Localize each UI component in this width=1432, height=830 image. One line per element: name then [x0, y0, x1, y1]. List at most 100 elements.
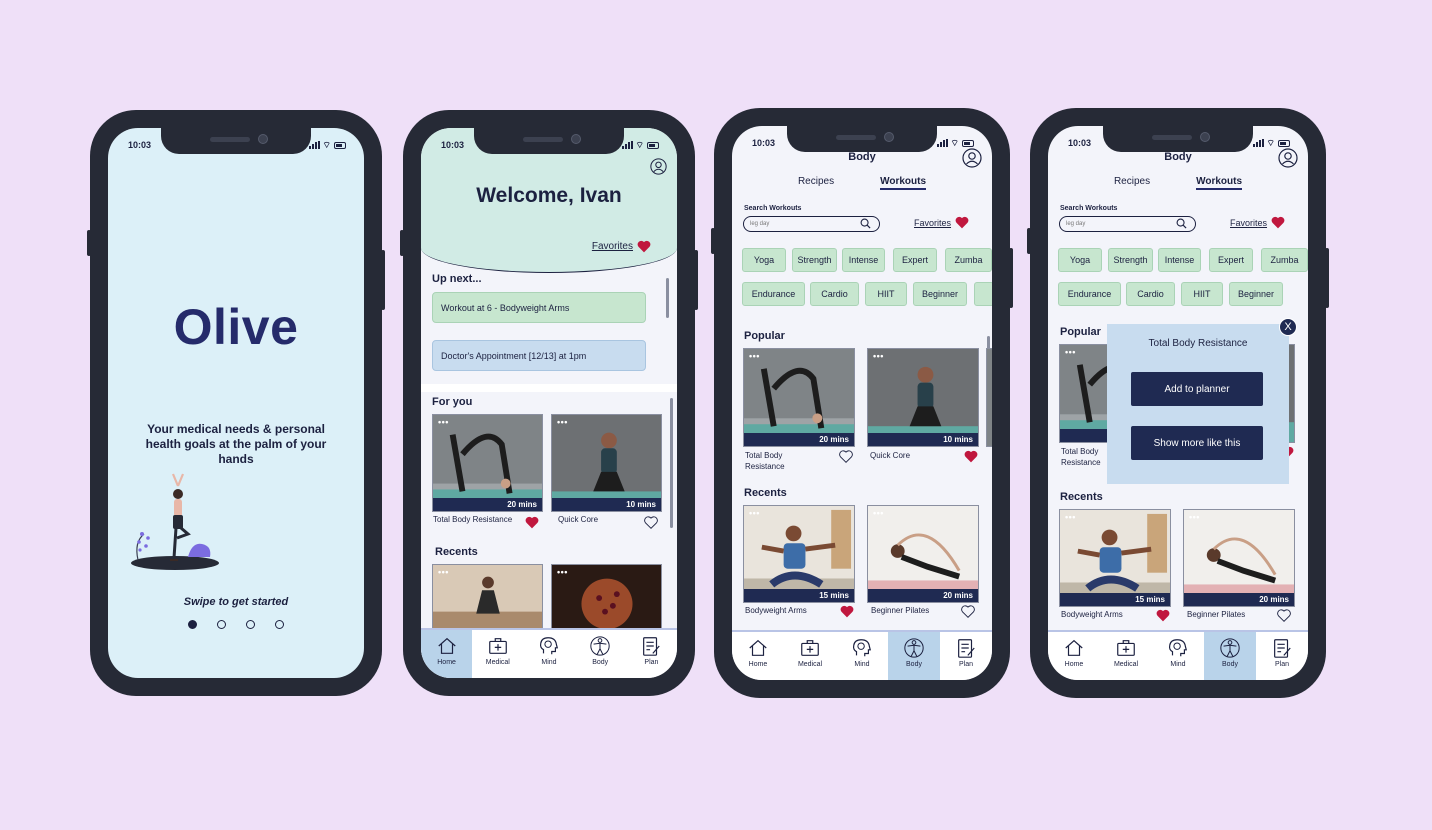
- tab-workouts[interactable]: Workouts: [1196, 176, 1243, 190]
- tab-workouts[interactable]: Workouts: [880, 176, 927, 190]
- popular-card-peek[interactable]: [986, 348, 992, 447]
- more-options-icon[interactable]: •••: [749, 351, 760, 361]
- recent-card-1[interactable]: ••• 15 mins: [1059, 509, 1171, 607]
- nav-label: Mind: [854, 661, 870, 668]
- nav-home[interactable]: Home: [1048, 632, 1100, 680]
- favorites-link[interactable]: Favorites: [1230, 216, 1285, 229]
- search-icon[interactable]: [860, 218, 871, 229]
- brand-logo: Olive: [173, 299, 299, 355]
- filter-chip[interactable]: Strength: [792, 248, 837, 272]
- favorites-link[interactable]: Favorites: [592, 240, 651, 253]
- scrollbar[interactable]: [666, 278, 669, 318]
- tab-recipes[interactable]: Recipes: [1114, 176, 1150, 190]
- filter-chip[interactable]: HIIT: [1181, 282, 1223, 306]
- nav-plan[interactable]: Plan: [940, 632, 992, 680]
- more-options-icon[interactable]: •••: [557, 567, 568, 577]
- page-dots[interactable]: [108, 620, 364, 629]
- more-options-icon[interactable]: •••: [1189, 512, 1200, 522]
- nav-home[interactable]: Home: [732, 632, 784, 680]
- nav-medical[interactable]: Medical: [1100, 632, 1152, 680]
- home-icon: [437, 637, 456, 654]
- filter-chip[interactable]: Zumba: [945, 248, 992, 272]
- heart-outline-icon[interactable]: [1277, 609, 1291, 622]
- filter-chip-overflow[interactable]: [974, 282, 992, 306]
- heart-outline-icon[interactable]: [644, 516, 658, 529]
- nav-mind[interactable]: Mind: [836, 632, 888, 680]
- filter-chip[interactable]: Expert: [893, 248, 937, 272]
- more-options-icon[interactable]: •••: [557, 417, 568, 427]
- heart-outline-icon[interactable]: [839, 450, 853, 463]
- nav-body[interactable]: Body: [888, 632, 940, 680]
- nav-plan[interactable]: Plan: [626, 630, 677, 678]
- filter-chip[interactable]: Intense: [842, 248, 885, 272]
- heart-filled-icon[interactable]: [525, 516, 539, 529]
- brain-icon: [539, 637, 559, 655]
- page-dot[interactable]: [188, 620, 197, 629]
- filter-chip[interactable]: Expert: [1209, 248, 1253, 272]
- for-you-card-1[interactable]: ••• 20 mins: [432, 414, 543, 512]
- nav-body[interactable]: Body: [575, 630, 626, 678]
- for-you-card-2[interactable]: ••• 10 mins: [551, 414, 662, 512]
- status-time: 10:03: [1068, 138, 1092, 148]
- more-options-icon[interactable]: •••: [438, 567, 449, 577]
- more-options-icon[interactable]: •••: [749, 508, 760, 518]
- up-next-workout[interactable]: Workout at 6 - Bodyweight Arms: [432, 292, 646, 323]
- nav-medical[interactable]: Medical: [784, 632, 836, 680]
- page-dot[interactable]: [217, 620, 226, 629]
- recent-card-1[interactable]: ••• 15 mins: [743, 505, 855, 603]
- filter-chip[interactable]: Intense: [1158, 248, 1201, 272]
- photo-total-body: [433, 415, 542, 511]
- filter-chip[interactable]: Endurance: [1058, 282, 1121, 306]
- nav-mind[interactable]: Mind: [1152, 632, 1204, 680]
- page-dot[interactable]: [246, 620, 255, 629]
- more-options-icon[interactable]: •••: [1065, 347, 1076, 357]
- nav-mind[interactable]: Mind: [523, 630, 574, 678]
- filter-chip[interactable]: Cardio: [1126, 282, 1175, 306]
- search-icon[interactable]: [1176, 218, 1187, 229]
- recent-card-2[interactable]: ••• 20 mins: [867, 505, 979, 603]
- filter-chip[interactable]: Zumba: [1261, 248, 1308, 272]
- show-more-button[interactable]: Show more like this: [1131, 426, 1263, 460]
- scrollbar[interactable]: [670, 398, 673, 528]
- more-options-icon[interactable]: •••: [873, 351, 884, 361]
- page-dot[interactable]: [275, 620, 284, 629]
- heart-filled-icon: [637, 240, 651, 253]
- card-title: Bodyweight Arms: [745, 606, 807, 615]
- popular-card-1[interactable]: ••• 20 mins: [743, 348, 855, 447]
- more-options-icon[interactable]: •••: [873, 508, 884, 518]
- popular-card-2[interactable]: ••• 10 mins: [867, 348, 979, 447]
- profile-icon[interactable]: [650, 158, 667, 175]
- nav-plan[interactable]: Plan: [1256, 632, 1308, 680]
- recent-card-1[interactable]: •••: [432, 564, 543, 634]
- favorites-link[interactable]: Favorites: [914, 216, 969, 229]
- heart-outline-icon[interactable]: [961, 605, 975, 618]
- splash-screen[interactable]: 10:03 ⌔ Olive Your medical needs & perso…: [108, 128, 364, 678]
- filter-chip[interactable]: HIIT: [865, 282, 907, 306]
- workout-options-popup: Total Body Resistance Add to planner Sho…: [1107, 318, 1297, 484]
- filter-chip[interactable]: Yoga: [1058, 248, 1102, 272]
- recents-heading: Recents: [1060, 491, 1103, 503]
- filter-chip[interactable]: Yoga: [742, 248, 786, 272]
- filter-chip[interactable]: Cardio: [810, 282, 859, 306]
- filter-chip[interactable]: Endurance: [742, 282, 805, 306]
- heart-filled-icon[interactable]: [1156, 609, 1170, 622]
- nav-home[interactable]: Home: [421, 630, 473, 678]
- filter-chip[interactable]: Beginner: [1229, 282, 1283, 306]
- nav-body[interactable]: Body: [1204, 632, 1256, 680]
- more-options-icon[interactable]: •••: [438, 417, 449, 427]
- recent-card-2[interactable]: •••: [551, 564, 662, 634]
- add-to-planner-button[interactable]: Add to planner: [1131, 372, 1263, 406]
- heart-filled-icon[interactable]: [964, 450, 978, 463]
- up-next-appointment[interactable]: Doctor's Appointment [12/13] at 1pm: [432, 340, 646, 371]
- profile-icon[interactable]: [1278, 148, 1298, 168]
- more-options-icon[interactable]: •••: [1065, 512, 1076, 522]
- side-button: [400, 230, 404, 256]
- profile-icon[interactable]: [962, 148, 982, 168]
- recent-card-2[interactable]: ••• 20 mins: [1183, 509, 1295, 607]
- nav-medical[interactable]: Medical: [472, 630, 523, 678]
- heart-filled-icon[interactable]: [840, 605, 854, 618]
- filter-chip[interactable]: Strength: [1108, 248, 1153, 272]
- close-icon[interactable]: X: [1279, 318, 1297, 336]
- tab-recipes[interactable]: Recipes: [798, 176, 834, 190]
- filter-chip[interactable]: Beginner: [913, 282, 967, 306]
